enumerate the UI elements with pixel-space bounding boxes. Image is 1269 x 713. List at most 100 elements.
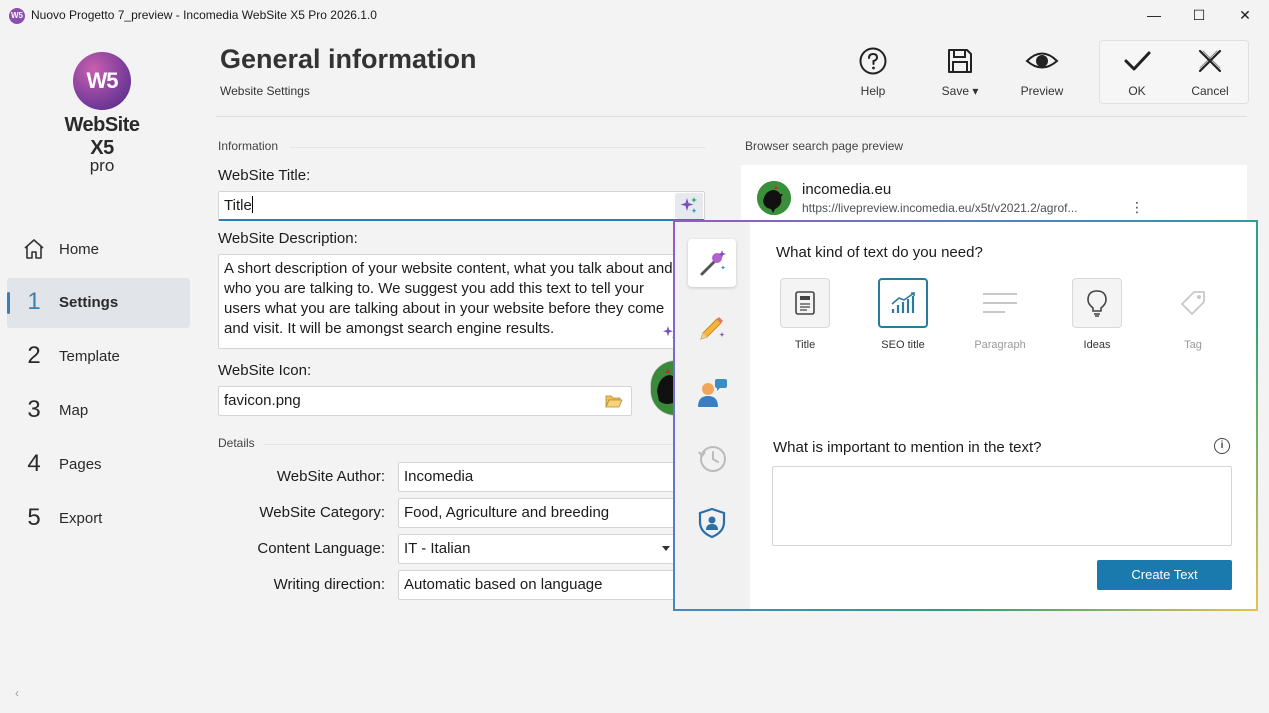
website-category-select[interactable]: Food, Agriculture and breeding xyxy=(398,498,675,528)
nav-home[interactable]: Home xyxy=(7,225,190,275)
nav-number: 5 xyxy=(27,504,41,531)
logo-name: WebSite X5 xyxy=(64,114,140,159)
type-tile-disabled xyxy=(1168,278,1218,328)
type-label: SEO title xyxy=(881,339,925,351)
chevron-down-icon xyxy=(662,546,670,551)
ai-sparkle-icon xyxy=(680,197,697,214)
shield-user-icon xyxy=(698,507,726,539)
nav-template[interactable]: 2 Template xyxy=(7,332,190,382)
help-label: Help xyxy=(860,84,886,98)
ai-generate-title-button[interactable] xyxy=(675,193,703,219)
nav-label: Map xyxy=(59,402,89,419)
website-category-label: WebSite Category: xyxy=(259,504,385,521)
search-result-preview: incomedia.eu https://livepreview.incomed… xyxy=(741,165,1247,221)
pencil-sparkle-icon xyxy=(700,317,725,340)
ok-button[interactable]: OK xyxy=(1103,46,1171,98)
text-type-tag: Tag xyxy=(1163,278,1223,351)
magic-wand-icon xyxy=(700,250,726,276)
website-author-input[interactable]: Incomedia xyxy=(398,462,675,492)
writing-direction-select[interactable]: Automatic based on language xyxy=(398,570,675,600)
eye-icon xyxy=(1025,52,1059,69)
ok-label: OK xyxy=(1128,84,1146,98)
nav-export[interactable]: 5 Export xyxy=(7,494,190,544)
app-logo-icon: W5 xyxy=(9,8,25,24)
collapse-sidebar-icon[interactable]: ‹ xyxy=(15,686,19,700)
website-description-textarea[interactable]: A short description of your website cont… xyxy=(218,254,679,349)
section-divider xyxy=(264,444,674,445)
websitex5-logo: W5 WebSite X5 pro xyxy=(52,52,152,176)
website-title-value: Title xyxy=(224,197,252,214)
nav-map[interactable]: 3 Map xyxy=(7,386,190,436)
maximize-button[interactable]: ☐ xyxy=(1176,0,1222,32)
type-label: Paragraph xyxy=(974,339,1026,351)
preview-url: https://livepreview.incomedia.eu/x5t/v20… xyxy=(802,201,1078,215)
save-icon xyxy=(948,49,972,73)
nav-label: Export xyxy=(59,510,103,527)
home-icon xyxy=(24,239,44,259)
nav-number: 3 xyxy=(27,396,41,423)
type-tile-disabled xyxy=(975,278,1025,328)
logo-mark: W5 xyxy=(73,52,131,110)
more-options-icon: ⋮ xyxy=(1130,199,1144,215)
text-type-paragraph: Paragraph xyxy=(970,278,1030,351)
content-language-value: IT - Italian xyxy=(404,540,471,557)
section-divider xyxy=(290,147,706,148)
nav-number: 4 xyxy=(27,450,41,477)
cancel-label: Cancel xyxy=(1191,84,1229,98)
minimize-button[interactable]: — xyxy=(1131,0,1177,32)
mention-textarea[interactable] xyxy=(772,466,1232,546)
paragraph-icon xyxy=(983,293,1017,313)
ai-chat-tool[interactable] xyxy=(688,369,736,417)
nav-settings[interactable]: 1 Settings xyxy=(7,278,190,328)
website-description-value: A short description of your website cont… xyxy=(224,260,673,337)
ai-privacy-tool[interactable] xyxy=(688,499,736,547)
create-text-button[interactable]: Create Text xyxy=(1097,560,1232,590)
chat-person-icon xyxy=(698,379,727,407)
nav-label: Template xyxy=(59,348,120,365)
info-icon[interactable]: i xyxy=(1214,438,1230,454)
mention-question: What is important to mention in the text… xyxy=(773,439,1042,456)
nav-pages[interactable]: 4 Pages xyxy=(7,440,190,490)
information-section-label: Information xyxy=(218,139,279,153)
cancel-button[interactable]: Cancel xyxy=(1176,46,1244,98)
help-button[interactable]: Help xyxy=(839,46,907,98)
window-titlebar: W5 Nuovo Progetto 7_preview - Incomedia … xyxy=(0,0,1269,32)
save-label: Save ▾ xyxy=(941,84,979,98)
text-type-seo-title[interactable]: SEO title xyxy=(873,278,933,351)
website-title-input[interactable]: Title xyxy=(218,191,705,221)
ai-text-assistant-panel: What kind of text do you need? Title SEO… xyxy=(673,220,1258,611)
preview-label: Preview xyxy=(1020,84,1064,98)
type-label: Tag xyxy=(1184,339,1202,351)
website-icon-input[interactable]: favicon.png xyxy=(218,386,632,416)
writing-direction-value: Automatic based on language xyxy=(404,576,603,593)
history-icon xyxy=(698,446,726,472)
text-type-ideas[interactable]: Ideas xyxy=(1067,278,1127,351)
type-label: Ideas xyxy=(1083,339,1111,351)
text-type-question: What kind of text do you need? xyxy=(776,244,983,261)
chicken-favicon-image xyxy=(757,181,791,215)
ai-generate-tool[interactable] xyxy=(688,239,736,287)
website-author-value: Incomedia xyxy=(404,468,474,485)
document-icon xyxy=(795,291,815,315)
type-label: Title xyxy=(794,339,816,351)
browser-preview-section-label: Browser search page preview xyxy=(745,139,904,153)
nav-label: Settings xyxy=(59,294,119,311)
website-description-label: WebSite Description: xyxy=(218,230,358,247)
website-title-label: WebSite Title: xyxy=(218,167,311,184)
website-icon-value: favicon.png xyxy=(224,392,301,409)
help-icon xyxy=(859,47,887,75)
close-window-button[interactable]: ✕ xyxy=(1222,0,1268,32)
preview-button[interactable]: Preview xyxy=(1008,46,1076,98)
page-title: General information xyxy=(220,44,477,74)
folder-open-icon[interactable] xyxy=(605,393,623,409)
header-divider xyxy=(216,116,1247,117)
page-subtitle: Website Settings xyxy=(220,84,310,98)
website-author-label: WebSite Author: xyxy=(276,468,385,485)
lightbulb-icon xyxy=(1087,290,1107,317)
content-language-select[interactable]: IT - Italian xyxy=(398,534,675,564)
text-cursor xyxy=(251,196,253,213)
save-button[interactable]: Save ▾ xyxy=(926,46,994,98)
ai-history-tool[interactable] xyxy=(688,434,736,482)
text-type-title[interactable]: Title xyxy=(775,278,835,351)
ai-rewrite-tool[interactable] xyxy=(688,304,736,352)
